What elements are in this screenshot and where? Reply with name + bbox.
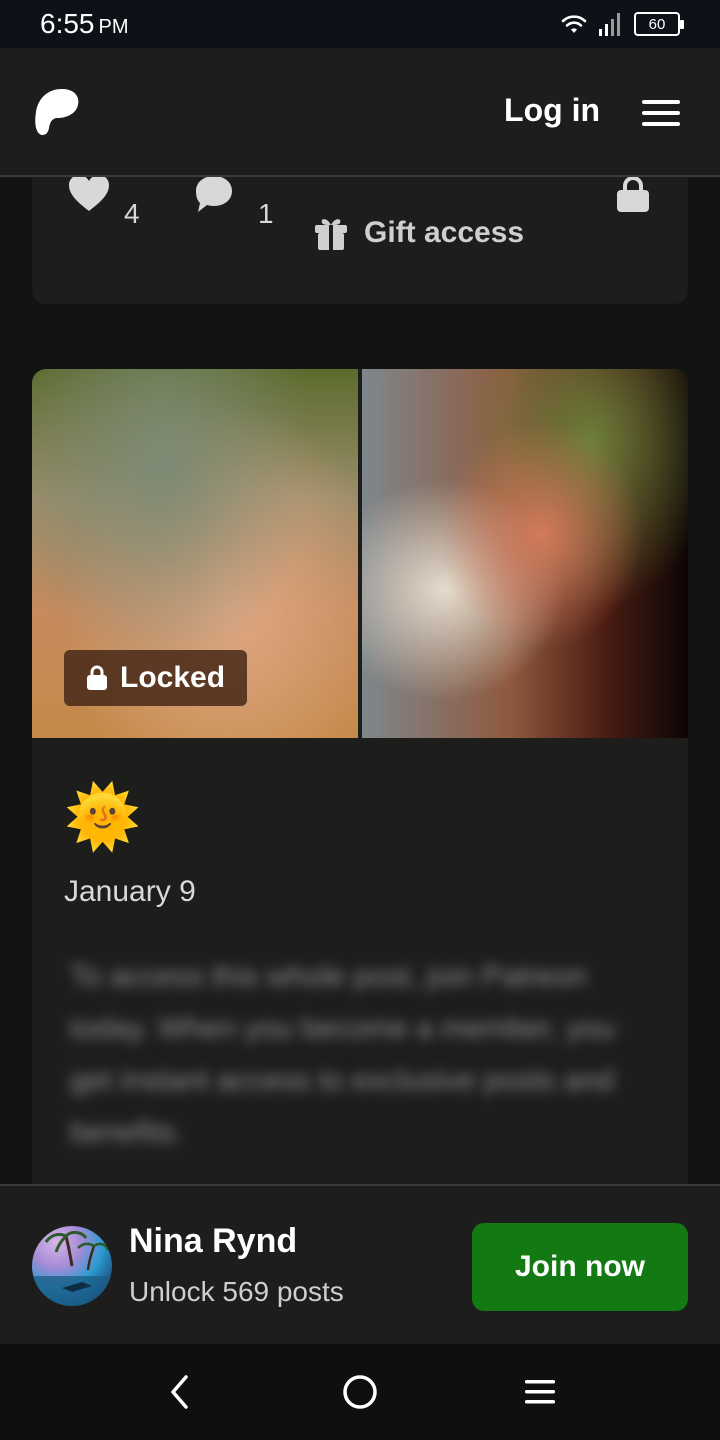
creator-bar: Nina Rynd Unlock 569 posts Join now — [0, 1184, 720, 1344]
lock-icon — [617, 176, 649, 212]
heart-icon — [69, 175, 109, 211]
creator-post-count: Unlock 569 posts — [129, 1276, 344, 1307]
hamburger-menu-icon[interactable] — [642, 100, 680, 126]
gift-icon — [315, 219, 347, 250]
back-icon[interactable] — [160, 1372, 200, 1412]
gift-access-label: Gift access — [364, 216, 525, 249]
like-stat[interactable]: 4 — [68, 174, 140, 230]
likes-count: 4 — [124, 198, 140, 229]
post-teaser-blurred: To access this whole post, join Patreon … — [70, 960, 615, 1149]
gift-access-button[interactable]: Gift access — [312, 214, 524, 252]
signal-icon — [599, 13, 620, 36]
palm-tree-icon — [32, 1230, 112, 1306]
comment-icon — [196, 176, 232, 212]
patreon-logo-icon[interactable] — [34, 88, 80, 136]
join-now-button[interactable]: Join now — [472, 1223, 688, 1311]
home-icon[interactable] — [340, 1372, 380, 1412]
clock-ampm: PM — [98, 16, 129, 38]
post-date: January 9 — [64, 875, 196, 908]
status-icons: 60 — [560, 10, 684, 38]
post-card[interactable]: Locked 🌞 January 9 To access this whole … — [32, 369, 688, 1199]
comment-stat[interactable]: 1 — [194, 174, 274, 230]
locked-badge: Locked — [64, 650, 248, 706]
locked-label: Locked — [120, 661, 226, 694]
post-title-emoji: 🌞 — [64, 783, 142, 852]
login-link[interactable]: Log in — [504, 92, 600, 129]
battery-level: 60 — [648, 15, 666, 33]
blurred-image-right[interactable] — [362, 369, 688, 738]
creator-avatar[interactable] — [32, 1226, 112, 1306]
creator-name[interactable]: Nina Rynd — [129, 1222, 297, 1261]
lock-icon — [87, 665, 107, 690]
wifi-icon — [561, 15, 587, 33]
battery-icon: 60 — [634, 12, 684, 36]
comments-count: 1 — [258, 198, 274, 229]
clock-time: 6:55 — [40, 8, 95, 39]
recents-icon[interactable] — [520, 1372, 560, 1412]
status-time: 6:55 PM — [40, 8, 129, 40]
status-bar: 6:55 PM 60 — [0, 0, 720, 48]
system-nav-bar — [0, 1344, 720, 1440]
app-header: Log in — [0, 48, 720, 177]
